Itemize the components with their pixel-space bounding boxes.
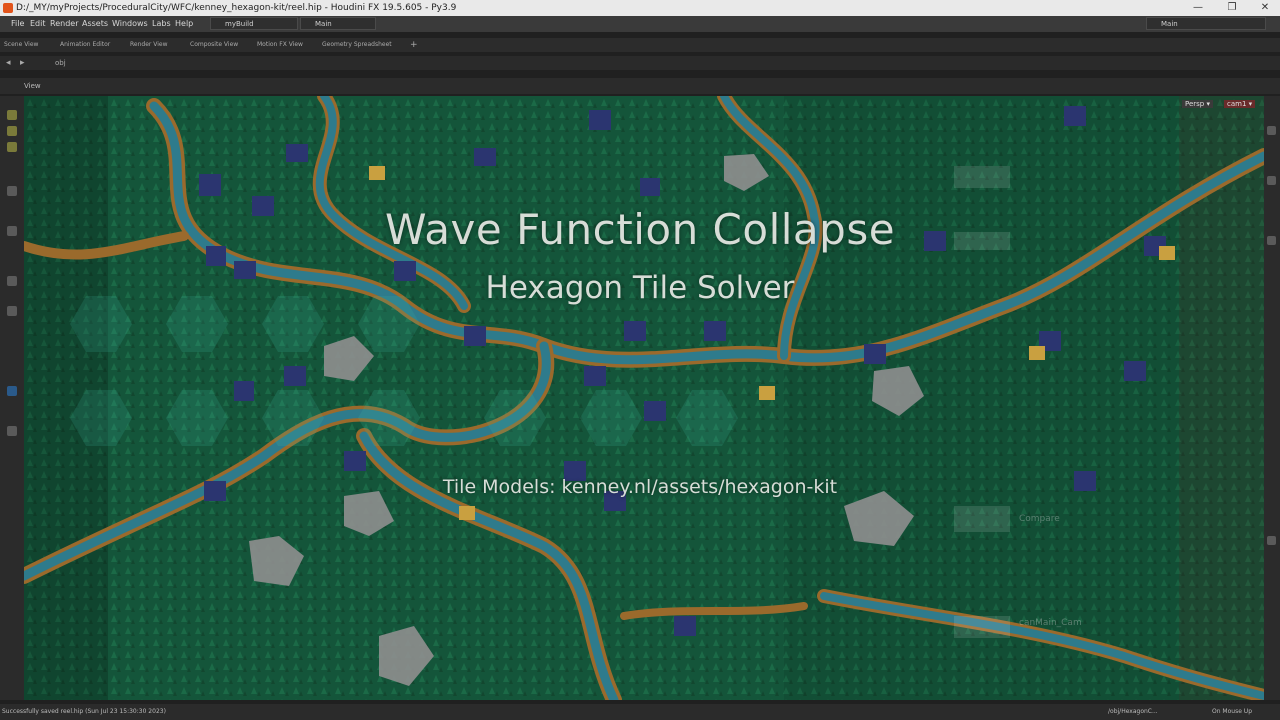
rotate-tool-icon[interactable]	[7, 142, 17, 152]
menu-assets[interactable]: Assets	[82, 16, 108, 32]
menu-labs[interactable]: Labs	[152, 16, 171, 32]
display-option-icon[interactable]	[7, 386, 17, 396]
back-arrow-icon[interactable]: ◂	[6, 56, 11, 70]
status-message: Successfully saved reel.hip (Sun Jul 23 …	[2, 708, 166, 715]
snap-tool-icon[interactable]	[7, 306, 17, 316]
tab-render-view[interactable]: Render View	[130, 38, 168, 52]
menu-edit[interactable]: Edit	[30, 16, 46, 32]
hexagon-map-render	[24, 96, 1264, 700]
scene-viewport[interactable]: Compare canMain_Cam Persp ▾ cam1 ▾	[24, 96, 1264, 700]
select-tool-icon[interactable]	[7, 110, 17, 120]
status-bar: Successfully saved reel.hip (Sun Jul 23 …	[0, 704, 1280, 720]
build-selector[interactable]: myBuild	[210, 17, 298, 30]
view-menu[interactable]: View	[24, 78, 41, 94]
path-bar: ◂ ▸ obj	[0, 56, 1280, 70]
camera-menu[interactable]: cam1 ▾	[1224, 100, 1256, 108]
pane-tab-bar: Scene View Animation Editor Render View …	[0, 38, 1280, 52]
close-button[interactable]: ✕	[1250, 0, 1280, 16]
tab-animation-editor[interactable]: Animation Editor	[60, 38, 110, 52]
move-tool-icon[interactable]	[7, 126, 17, 136]
tab-scene-view[interactable]: Scene View	[4, 38, 38, 52]
window-title: D:/_MY/myProjects/ProceduralCity/WFC/ken…	[16, 3, 457, 13]
menu-help[interactable]: Help	[175, 16, 193, 32]
menu-windows[interactable]: Windows	[112, 16, 148, 32]
viewer-toolbar: View	[0, 78, 1280, 94]
ghost-node-label-cam: canMain_Cam	[1019, 618, 1082, 628]
path-context[interactable]: obj	[55, 56, 66, 70]
lighting-icon[interactable]	[1267, 176, 1276, 185]
minimize-button[interactable]: —	[1183, 0, 1213, 16]
menu-render[interactable]: Render	[50, 16, 78, 32]
add-tab-icon[interactable]: +	[410, 38, 418, 52]
left-tool-strip	[0, 96, 24, 700]
perspective-menu[interactable]: Persp ▾	[1182, 100, 1213, 108]
ghost-node-label-compare: Compare	[1019, 514, 1060, 524]
desktop-selector[interactable]: Main	[300, 17, 376, 30]
display-icon[interactable]	[1267, 126, 1276, 135]
maximize-button[interactable]: ❐	[1217, 0, 1247, 16]
render-region-icon[interactable]	[7, 426, 17, 436]
tab-motion-fx-view[interactable]: Motion FX View	[257, 38, 303, 52]
view-tool-icon[interactable]	[7, 276, 17, 286]
menu-bar: File Edit Render Assets Windows Labs Hel…	[0, 16, 1280, 32]
update-mode[interactable]: On Mouse Up	[1212, 704, 1252, 720]
tab-composite-view[interactable]: Composite View	[190, 38, 238, 52]
pose-tool-icon[interactable]	[7, 226, 17, 236]
menu-file[interactable]: File	[11, 16, 24, 32]
window-title-bar: D:/_MY/myProjects/ProceduralCity/WFC/ken…	[0, 0, 1280, 16]
forward-arrow-icon[interactable]: ▸	[20, 56, 25, 70]
camera-icon[interactable]	[1267, 536, 1276, 545]
status-path[interactable]: /obj/HexagonC...	[1108, 704, 1158, 720]
tab-geometry-spreadsheet[interactable]: Geometry Spreadsheet	[322, 38, 392, 52]
right-display-strip	[1264, 96, 1280, 700]
houdini-logo-icon	[3, 3, 13, 13]
shading-icon[interactable]	[1267, 236, 1276, 245]
handle-tool-icon[interactable]	[7, 186, 17, 196]
right-desktop-selector[interactable]: Main	[1146, 17, 1266, 30]
